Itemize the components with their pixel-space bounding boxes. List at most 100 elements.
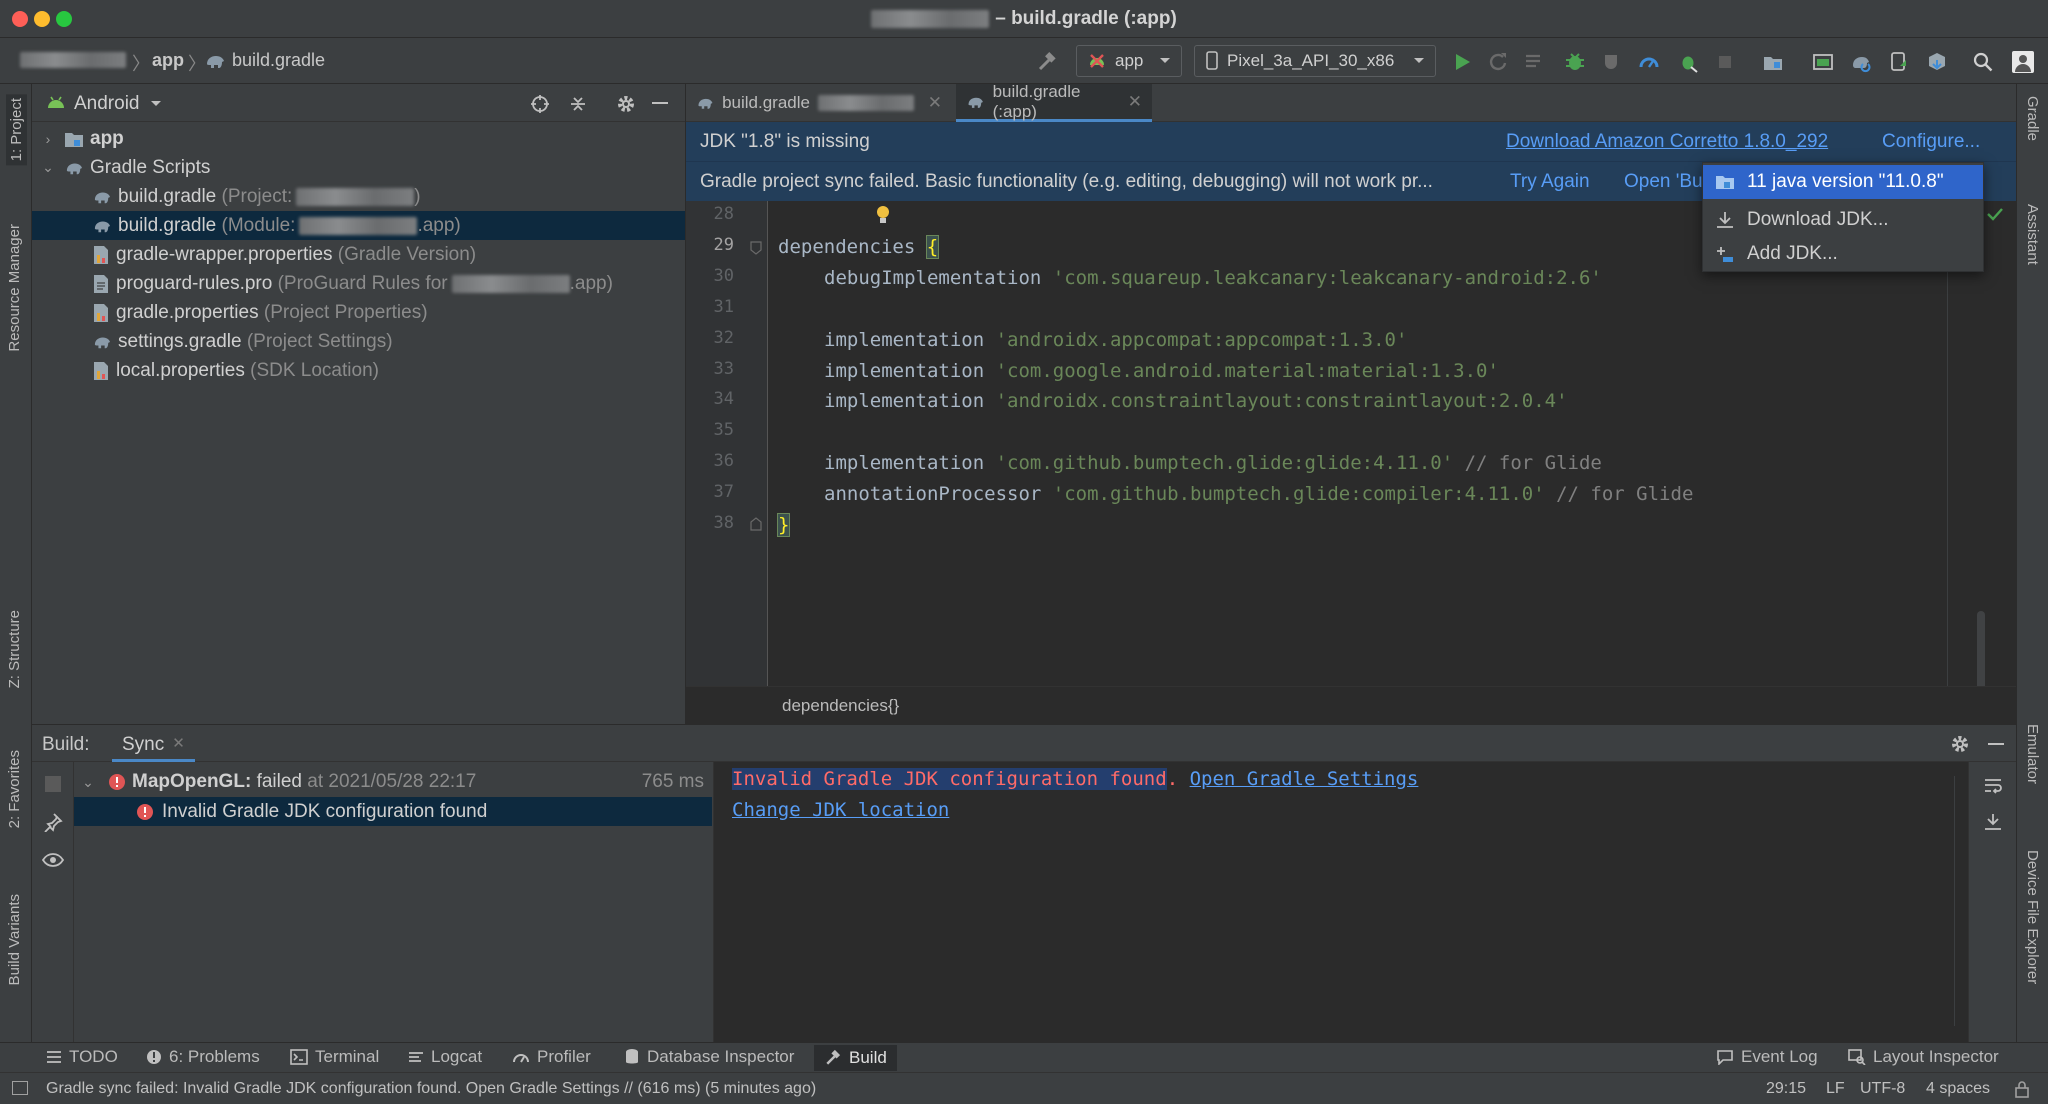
gear-icon[interactable] [616,94,636,114]
code-breadcrumb[interactable]: dependencies{} [782,696,899,716]
close-tab-icon[interactable]: ✕ [1128,92,1142,112]
build-output-console[interactable]: Invalid Gradle JDK configuration found. … [714,762,1968,1042]
open-build-link[interactable]: Open 'Bu [1624,171,1703,193]
popup-item-java-11[interactable]: 11 java version "11.0.8" [1703,165,1983,199]
tool-logcat[interactable]: Logcat [408,1047,482,1067]
fold-marker-icon[interactable] [750,241,762,255]
change-jdk-location-link[interactable]: Change JDK location [732,799,949,821]
tool-tab-build-variants[interactable]: Build Variants [6,894,23,985]
apply-changes-restart-icon[interactable] [1487,51,1509,73]
tool-tab-resource-manager[interactable]: Resource Manager [6,224,23,352]
minimize-panel-icon[interactable] [652,102,668,104]
device-select[interactable]: Pixel_3a_API_30_x86 [1194,45,1436,77]
stop-icon[interactable] [45,776,61,792]
tool-tab-device-file-explorer[interactable]: Device File Explorer [2024,850,2041,984]
status-message[interactable]: Gradle sync failed: Invalid Gradle JDK c… [46,1080,816,1098]
tool-build[interactable]: Build [814,1045,897,1071]
project-view-select[interactable]: Android [74,93,162,115]
tool-tab-assistant[interactable]: Assistant [2024,204,2041,265]
toggle-tool-windows-icon[interactable] [12,1081,28,1095]
device-manager-icon[interactable] [1888,51,1910,73]
attach-debugger-icon[interactable] [1677,51,1699,73]
tree-item-proguard-rules[interactable]: proguard-rules.pro (ProGuard Rules for .… [32,269,685,298]
close-tab-icon[interactable]: ✕ [928,93,942,113]
soft-wrap-icon[interactable] [1983,776,2003,796]
close-tab-icon[interactable]: ✕ [172,734,185,759]
tree-item-settings-gradle[interactable]: settings.gradle (Project Settings) [32,327,685,356]
build-output-line-1: Invalid Gradle JDK configuration found. … [732,768,1418,790]
try-again-link[interactable]: Try Again [1510,171,1590,193]
debug-bug-icon[interactable] [1564,51,1586,73]
sdk-manager-icon[interactable] [1926,51,1948,73]
line-separator[interactable]: LF [1826,1080,1845,1098]
tree-item-hint: (ProGuard Rules for [277,272,448,294]
build-panel-toolbar [32,762,74,1042]
tree-item-label: gradle.properties [116,301,259,323]
indent-setting[interactable]: 4 spaces [1926,1080,1990,1098]
open-gradle-settings-link[interactable]: Open Gradle Settings [1190,768,1419,790]
build-tab-sync[interactable]: Sync ✕ [112,725,195,762]
tree-item-gradle-scripts[interactable]: ⌄ Gradle Scripts [32,153,685,182]
run-icon[interactable] [1451,51,1473,73]
tab-app-build-gradle[interactable]: build.gradle (:app) ✕ [956,82,1152,122]
minimize-panel-icon[interactable] [1988,743,2004,745]
tree-item-gradle-wrapper[interactable]: gradle-wrapper.properties (Gradle Versio… [32,240,685,269]
run-configuration-select[interactable]: app [1076,45,1182,77]
tool-tab-favorites[interactable]: 2: Favorites [6,750,23,828]
popup-item-add-jdk[interactable]: Add JDK... [1703,237,1983,271]
breadcrumb-file[interactable]: build.gradle [232,50,325,71]
lock-icon[interactable] [2014,1080,2030,1098]
problems-icon [147,1050,161,1064]
download-corretto-link[interactable]: Download Amazon Corretto 1.8.0_292 [1506,131,1828,153]
profiler-gauge-icon[interactable] [1638,51,1660,73]
line-number: 38 [713,513,734,533]
jdk-select-popup: 11 java version "11.0.8" Download JDK...… [1702,162,1984,272]
account-avatar-icon[interactable] [2012,51,2034,73]
crosshair-select-opened-file-icon[interactable] [530,94,550,114]
lightbulb-intention-icon[interactable] [875,205,891,227]
tool-tab-project[interactable]: 1: Project [6,94,27,166]
run-with-coverage-icon[interactable] [1601,51,1623,73]
tool-database-inspector[interactable]: Database Inspector [624,1047,794,1067]
tree-item-module-build-gradle[interactable]: build.gradle (Module: .app) [32,211,685,240]
build-panel-title: Build: [42,734,90,755]
tree-item-app[interactable]: › app [32,124,685,153]
tree-item-hint-end: ) [414,185,421,207]
tool-profiler[interactable]: Profiler [512,1047,591,1067]
error-icon [108,773,126,791]
project-structure-icon[interactable] [1762,51,1784,73]
tool-todo[interactable]: TODO [46,1047,118,1067]
breadcrumb-app[interactable]: app [152,50,184,71]
tool-tab-emulator[interactable]: Emulator [2024,724,2041,784]
string-literal: 'com.google.android.material:material:1.… [995,360,1499,382]
caret-position[interactable]: 29:15 [1766,1080,1806,1098]
collapse-all-icon[interactable] [568,94,588,114]
search-icon[interactable] [1972,51,1994,73]
eye-icon[interactable] [42,852,64,868]
hammer-build-icon[interactable] [1036,51,1058,73]
pin-icon[interactable] [43,812,63,832]
tool-layout-inspector[interactable]: Layout Inspector [1848,1047,1999,1067]
tool-terminal[interactable]: Terminal [290,1047,379,1067]
apply-code-changes-icon[interactable] [1523,51,1545,73]
tool-event-log[interactable]: Event Log [1716,1047,1818,1067]
tab-project-build-gradle[interactable]: build.gradle ✕ [686,84,952,122]
build-tree-root[interactable]: ⌄ MapOpenGL: failed at 2021/05/28 22:17 … [74,768,712,796]
popup-item-download-jdk[interactable]: Download JDK... [1703,203,1983,237]
tool-tab-structure[interactable]: Z: Structure [6,610,23,688]
stop-icon[interactable] [1714,51,1736,73]
gear-icon[interactable] [1950,734,1970,754]
tree-item-gradle-properties[interactable]: gradle.properties (Project Properties) [32,298,685,327]
tree-item-project-build-gradle[interactable]: build.gradle (Project: ) [32,182,685,211]
configure-link[interactable]: Configure... [1882,131,1980,153]
fold-marker-icon[interactable] [750,517,762,531]
scroll-to-end-icon[interactable] [1983,812,2003,832]
build-tree-error-item[interactable]: Invalid Gradle JDK configuration found [74,797,712,826]
tree-item-local-properties[interactable]: local.properties (SDK Location) [32,356,685,385]
tool-tab-gradle[interactable]: Gradle [2024,96,2041,141]
sync-gradle-icon[interactable] [1850,51,1872,73]
file-encoding[interactable]: UTF-8 [1860,1080,1905,1098]
tree-item-hint: (Project Properties) [263,301,428,323]
tool-problems[interactable]: 6: Problems [146,1047,260,1067]
avd-manager-icon[interactable] [1812,51,1834,73]
